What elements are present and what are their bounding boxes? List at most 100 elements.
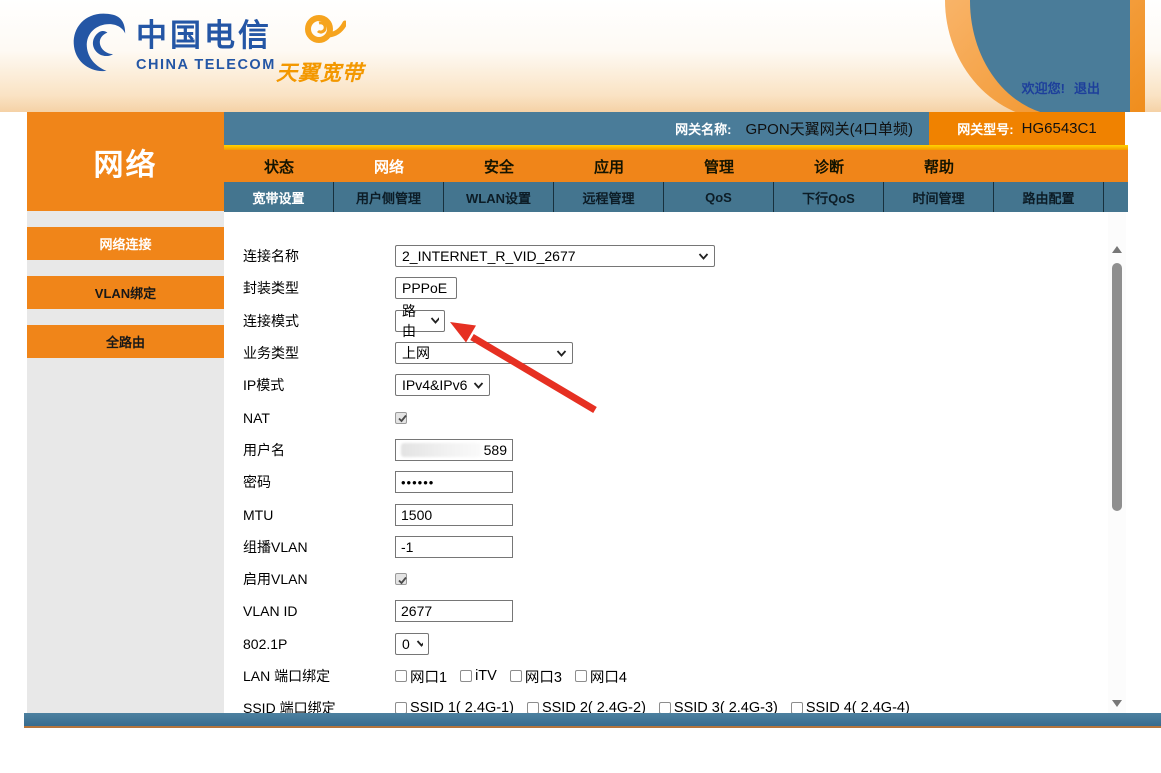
username-redaction-blur (401, 443, 481, 457)
lan-itv-label: iTV (475, 668, 497, 684)
subtab-qos[interactable]: QoS (664, 182, 774, 212)
form-row-ip-mode: IP模式 IPv4&IPv6 (243, 369, 1108, 401)
connection-name-select[interactable]: 2_INTERNET_R_VID_2677 (395, 245, 715, 267)
china-telecom-logo: 中国电信 CHINA TELECOM (70, 8, 276, 74)
lan-port-binding-label: LAN 端口绑定 (243, 666, 395, 686)
encapsulation-type-select[interactable]: PPPoE (395, 277, 457, 299)
sidebar-title: 网络 (27, 112, 224, 211)
ssid1-label: SSID 1( 2.4G-1) (410, 700, 514, 713)
nat-label: NAT (243, 410, 395, 426)
form-row-ssid-binding: SSID 端口绑定 SSID 1( 2.4G-1) SSID 2( 2.4G-2… (243, 692, 1108, 713)
connection-mode-value: 路由 (402, 301, 424, 341)
ip-mode-value: IPv4&IPv6 (402, 377, 467, 393)
tab-application[interactable]: 应用 (554, 150, 664, 182)
username-input[interactable]: 589 (395, 439, 513, 461)
form-row-enable-vlan: 启用VLAN (243, 563, 1108, 595)
china-telecom-symbol-icon (70, 8, 128, 74)
welcome-text: 欢迎您! (1022, 81, 1065, 96)
nat-checkbox[interactable] (395, 412, 407, 424)
gateway-model-value: HG6543C1 (1022, 120, 1097, 137)
lan-port1-checkbox[interactable] (395, 670, 407, 682)
footer-accent-line (24, 726, 1161, 728)
lan-itv-checkbox[interactable] (460, 670, 472, 682)
tab-status[interactable]: 状态 (224, 150, 334, 182)
lan-port3-checkbox[interactable] (510, 670, 522, 682)
service-type-label: 业务类型 (243, 343, 395, 363)
ssid4-checkbox[interactable] (791, 702, 803, 713)
gateway-model-label: 网关型号: (957, 119, 1013, 138)
tab-security[interactable]: 安全 (444, 150, 554, 182)
chevron-down-icon (473, 382, 484, 389)
form-row-connection-mode: 连接模式 路由 (243, 305, 1108, 337)
connection-mode-select[interactable]: 路由 (395, 310, 445, 332)
checkmark-icon (397, 575, 408, 586)
form-row-username: 用户名 589 (243, 434, 1108, 466)
username-visible-digits: 589 (484, 442, 507, 458)
password-dots: •••••• (401, 475, 434, 490)
broadband-settings-form: 连接名称 2_INTERNET_R_VID_2677 封装类型 PPPoE 连接… (224, 212, 1108, 713)
form-row-multicast-vlan: 组播VLAN -1 (243, 531, 1108, 563)
subtab-user-side-management[interactable]: 用户侧管理 (334, 182, 444, 212)
service-type-select[interactable]: 上网 (395, 342, 573, 364)
tab-management[interactable]: 管理 (664, 150, 774, 182)
vlan-id-label: VLAN ID (243, 603, 395, 619)
tab-help[interactable]: 帮助 (884, 150, 994, 182)
username-label: 用户名 (243, 440, 395, 460)
subtab-broadband-settings[interactable]: 宽带设置 (224, 182, 334, 212)
ssid1-checkbox[interactable] (395, 702, 407, 713)
sidebar-item-network-connection[interactable]: 网络连接 (27, 227, 224, 260)
ssid3-checkbox[interactable] (659, 702, 671, 713)
tab-network[interactable]: 网络 (334, 150, 444, 182)
tianyi-broadband-logo: 天翼宽带 (272, 10, 368, 87)
encapsulation-type-value: PPPoE (402, 280, 447, 296)
subtab-wlan-settings[interactable]: WLAN设置 (444, 182, 554, 212)
connection-name-value: 2_INTERNET_R_VID_2677 (402, 248, 576, 264)
form-row-connection-name: 连接名称 2_INTERNET_R_VID_2677 (243, 240, 1108, 272)
router-admin-page: 中国电信 CHINA TELECOM 天翼宽带 欢迎您!退出 网关名称: GPO… (0, 0, 1161, 773)
vlan-id-value: 2677 (401, 603, 432, 619)
tab-diagnosis[interactable]: 诊断 (774, 150, 884, 182)
connection-mode-label: 连接模式 (243, 311, 395, 331)
vertical-scrollbar[interactable] (1108, 212, 1126, 713)
ssid2-checkbox[interactable] (527, 702, 539, 713)
multicast-vlan-input[interactable]: -1 (395, 536, 513, 558)
form-row-vlan-id: VLAN ID 2677 (243, 595, 1108, 627)
subtab-time-management[interactable]: 时间管理 (884, 182, 994, 212)
welcome-area: 欢迎您! 退出 (1022, 78, 1100, 97)
connection-name-label: 连接名称 (243, 246, 395, 266)
gateway-model: 网关型号: HG6543C1 (929, 112, 1125, 145)
lan-port-checkbox-group: 网口1 iTV 网口3 网口4 (395, 666, 627, 687)
scroll-up-arrow-icon[interactable] (1112, 246, 1122, 253)
enable-vlan-checkbox[interactable] (395, 573, 407, 585)
sidebar-item-full-route[interactable]: 全路由 (27, 325, 224, 358)
lan-port4-label: 网口4 (590, 666, 627, 687)
footer-bar (24, 713, 1161, 726)
scrollbar-thumb[interactable] (1112, 263, 1122, 511)
tianyi-swirl-icon (294, 10, 346, 52)
form-row-8021p: 802.1P 0 (243, 628, 1108, 660)
8021p-select[interactable]: 0 (395, 633, 429, 655)
form-row-nat: NAT (243, 401, 1108, 433)
multicast-vlan-label: 组播VLAN (243, 537, 395, 557)
scroll-down-arrow-icon[interactable] (1112, 700, 1122, 707)
lan-port4-checkbox[interactable] (575, 670, 587, 682)
subtab-route-config[interactable]: 路由配置 (994, 182, 1104, 212)
form-row-service-type: 业务类型 上网 (243, 337, 1108, 369)
mtu-label: MTU (243, 507, 395, 523)
checkmark-icon (397, 413, 408, 424)
ssid-checkbox-group: SSID 1( 2.4G-1) SSID 2( 2.4G-2) SSID 3( … (395, 700, 910, 713)
logout-link[interactable]: 退出 (1074, 81, 1100, 96)
ssid4-label: SSID 4( 2.4G-4) (806, 700, 910, 713)
gateway-name-label: 网关名称: (675, 119, 731, 138)
encapsulation-type-label: 封装类型 (243, 278, 395, 298)
ip-mode-select[interactable]: IPv4&IPv6 (395, 374, 490, 396)
subtab-remote-management[interactable]: 远程管理 (554, 182, 664, 212)
password-input[interactable]: •••••• (395, 471, 513, 493)
subtab-downstream-qos[interactable]: 下行QoS (774, 182, 884, 212)
lan-port1-label: 网口1 (410, 666, 447, 687)
chevron-down-icon (556, 350, 567, 357)
logo-text-broadband: 天翼宽带 (272, 57, 368, 87)
sidebar-item-vlan-binding[interactable]: VLAN绑定 (27, 276, 224, 309)
vlan-id-input[interactable]: 2677 (395, 600, 513, 622)
mtu-input[interactable]: 1500 (395, 504, 513, 526)
